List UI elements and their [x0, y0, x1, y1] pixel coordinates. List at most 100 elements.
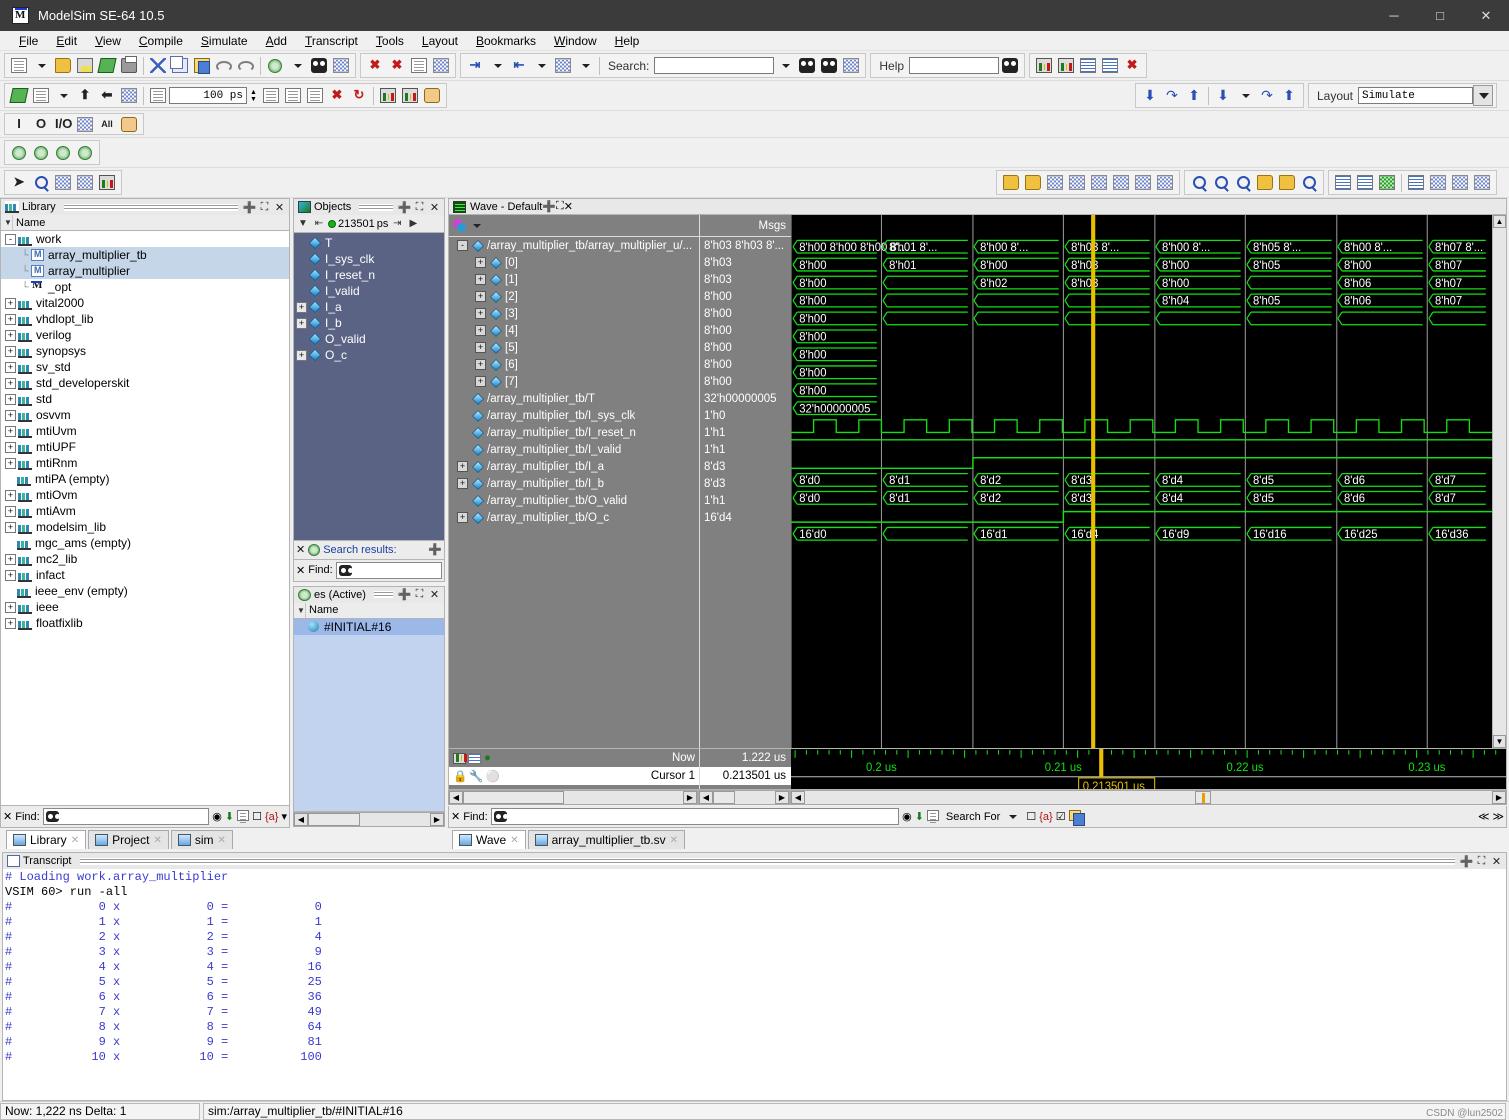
- wave-toggle-icon[interactable]: +: [475, 359, 486, 370]
- library-tree-item[interactable]: + mc2_lib: [1, 551, 289, 567]
- back-arrow-button[interactable]: ⬅: [96, 85, 118, 106]
- continue-button[interactable]: [118, 85, 140, 106]
- library-tree-item[interactable]: └ _opt: [1, 279, 289, 295]
- library-find-regex-icon[interactable]: {a}: [265, 811, 278, 823]
- pan-hand-button[interactable]: [421, 85, 443, 106]
- transcript-dock-button[interactable]: ➕: [1459, 854, 1474, 868]
- format-button[interactable]: [1099, 55, 1121, 76]
- wave-signal-row[interactable]: /array_multiplier_tb/I_reset_n: [449, 424, 699, 441]
- library-tree-item[interactable]: + mtiOvm: [1, 487, 289, 503]
- wave-signal-row[interactable]: + [7]: [449, 373, 699, 390]
- wave-palette-icon[interactable]: [453, 218, 469, 233]
- filter-inout-icon[interactable]: I/O: [52, 114, 74, 135]
- wave-signal-row[interactable]: /array_multiplier_tb/T: [449, 390, 699, 407]
- filter-edit-icon[interactable]: [118, 114, 140, 135]
- objects-more-icon[interactable]: ▶: [406, 216, 420, 231]
- menu-item-tools[interactable]: Tools: [367, 32, 413, 50]
- step-over-dropdown-icon[interactable]: [574, 55, 596, 76]
- tree-toggle-icon[interactable]: +: [5, 361, 16, 373]
- search-prev-button[interactable]: [796, 55, 818, 76]
- tab-close-icon[interactable]: ✕: [510, 835, 518, 846]
- grid-button[interactable]: [1077, 55, 1099, 76]
- wave-toggle-icon[interactable]: +: [457, 512, 468, 523]
- zoom-in-icon[interactable]: [1188, 172, 1210, 193]
- wave-bookmark-dropdown-icon[interactable]: [1234, 85, 1256, 106]
- tree-toggle-icon[interactable]: +: [5, 377, 16, 389]
- tab-close-icon[interactable]: ✕: [218, 835, 226, 846]
- tree-toggle-icon[interactable]: +: [5, 521, 16, 533]
- wave-bookmark-add-icon[interactable]: ⬇: [1212, 85, 1234, 106]
- library-tree-item[interactable]: + mtiRnm: [1, 455, 289, 471]
- wave-find-export-icon[interactable]: [1068, 809, 1085, 826]
- wave-canvas-scroll-right-icon[interactable]: ▶: [1492, 791, 1506, 804]
- processes-grip[interactable]: [373, 591, 393, 598]
- menu-item-compile[interactable]: Compile: [130, 32, 192, 50]
- settings-gear-1-icon[interactable]: [8, 142, 30, 163]
- library-tree-item[interactable]: + floatfixlib: [1, 615, 289, 631]
- tab-sim[interactable]: sim ✕: [170, 830, 233, 849]
- step-out-button[interactable]: ⇤: [508, 55, 530, 76]
- cursor-grid-icon[interactable]: [468, 752, 481, 764]
- print-button[interactable]: [118, 55, 140, 76]
- wave-mosaic-icon[interactable]: [1405, 172, 1427, 193]
- objects-search-add-icon[interactable]: ➕: [428, 543, 442, 556]
- objects-next-icon[interactable]: ⇥: [390, 216, 404, 231]
- layout-dropdown-icon[interactable]: [1473, 85, 1493, 106]
- expand-icon[interactable]: [52, 172, 74, 193]
- source-button[interactable]: [408, 55, 430, 76]
- tree-toggle-icon[interactable]: +: [5, 553, 16, 565]
- menu-item-help[interactable]: Help: [606, 32, 649, 50]
- wave-window-button[interactable]: [377, 85, 399, 106]
- object-toggle-icon[interactable]: +: [296, 317, 307, 329]
- run-all-button[interactable]: [260, 85, 282, 106]
- library-find-go-icon[interactable]: ◉: [212, 810, 222, 823]
- library-tree-item[interactable]: + mtiAvm: [1, 503, 289, 519]
- wave-signal-row[interactable]: /array_multiplier_tb/I_valid: [449, 441, 699, 458]
- tab-close-icon[interactable]: ✕: [670, 835, 678, 846]
- menu-item-window[interactable]: Window: [545, 32, 606, 50]
- library-tree-item[interactable]: + modelsim_lib: [1, 519, 289, 535]
- library-tree-item[interactable]: + mtiUPF: [1, 439, 289, 455]
- wave-canvas-hscrollbar[interactable]: ◀ ▶: [790, 790, 1507, 805]
- wave-signal-row[interactable]: + /array_multiplier_tb/O_c: [449, 509, 699, 526]
- search-next-button[interactable]: [818, 55, 840, 76]
- run-continue-button[interactable]: [282, 85, 304, 106]
- library-close-button[interactable]: ✕: [272, 200, 287, 214]
- zoom-full-icon[interactable]: [1232, 172, 1254, 193]
- wave-insert-icon[interactable]: [1000, 172, 1022, 193]
- wave-toggle-icon[interactable]: -: [457, 240, 468, 251]
- objects-find-input[interactable]: [335, 561, 442, 579]
- wave-toggle-icon[interactable]: +: [475, 325, 486, 336]
- new-file-button[interactable]: [8, 55, 30, 76]
- filter-all-icon[interactable]: All: [96, 114, 118, 135]
- tree-toggle-icon[interactable]: +: [5, 297, 16, 309]
- tree-toggle-icon[interactable]: +: [5, 505, 16, 517]
- settings-gear-3-icon[interactable]: [52, 142, 74, 163]
- tree-toggle-icon[interactable]: +: [5, 617, 16, 629]
- search-input[interactable]: [654, 57, 775, 74]
- minimize-button[interactable]: ─: [1371, 0, 1417, 31]
- wave-name-scroll-left-icon[interactable]: ◀: [449, 791, 463, 804]
- menu-item-view[interactable]: View: [86, 32, 130, 50]
- menu-item-simulate[interactable]: Simulate: [192, 32, 257, 50]
- wave-edge-next-icon[interactable]: [1110, 172, 1132, 193]
- processes-scroll-right-icon[interactable]: ▶: [430, 813, 444, 826]
- objects-grip[interactable]: [359, 203, 393, 211]
- wave-signal-row[interactable]: + [2]: [449, 288, 699, 305]
- wave-value-scroll-right-icon[interactable]: ▶: [775, 791, 789, 804]
- select-arrow-icon[interactable]: ➤: [8, 172, 30, 193]
- restart-sim-button[interactable]: ↻: [348, 85, 370, 106]
- menu-item-file[interactable]: File: [10, 32, 47, 50]
- wave-value-scroll-left-icon[interactable]: ◀: [699, 791, 713, 804]
- save-button[interactable]: [74, 55, 96, 76]
- object-list-item[interactable]: + O_c: [294, 347, 444, 363]
- wave-find-close-icon[interactable]: ✕: [451, 810, 460, 823]
- wave-prev-icon[interactable]: [1044, 172, 1066, 193]
- wave-undock-button[interactable]: ⛶: [556, 200, 564, 213]
- wave-delete-icon[interactable]: [1022, 172, 1044, 193]
- panel-grip[interactable]: [63, 203, 238, 211]
- wave-find-next-icon[interactable]: ≫: [1492, 810, 1504, 823]
- object-toggle-icon[interactable]: +: [296, 301, 307, 313]
- run-dropdown-icon[interactable]: [52, 85, 74, 106]
- wave-signal-row[interactable]: + [6]: [449, 356, 699, 373]
